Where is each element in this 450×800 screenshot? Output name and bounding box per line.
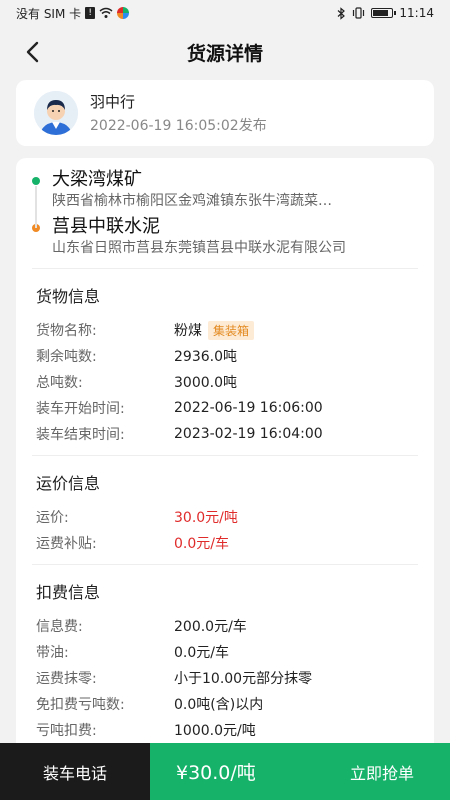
row-value: 2022-06-19 16:06:00 — [174, 400, 323, 416]
avatar — [34, 91, 78, 135]
bluetooth-icon — [338, 6, 346, 20]
grab-order-button[interactable]: ¥30.0/吨 立即抢单 — [150, 743, 450, 800]
row-value: 0.0元/车 — [174, 536, 229, 552]
row-label: 运价: — [36, 510, 69, 526]
user-avatar-icon — [34, 91, 78, 135]
route-section: 大梁湾煤矿 陕西省榆林市榆阳区金鸡滩镇东张牛湾蔬菜… 莒县中联水泥 山东省日照市… — [16, 158, 434, 258]
info-row: 运价: 30.0元/吨 — [36, 504, 414, 530]
app-status-icon — [117, 7, 130, 19]
row-value: 2023-02-19 16:04:00 — [174, 426, 323, 442]
sim-alert-icon: ! — [85, 7, 96, 19]
row-value: 小于10.00元部分抹零 — [174, 671, 313, 687]
chevron-left-icon — [26, 41, 39, 63]
row-label: 免扣费亏吨数: — [36, 697, 125, 713]
nav-bar: 货源详情 — [0, 26, 450, 78]
cargo-section: 货物信息 货物名称: 粉煤 集装箱 剩余吨数: 2936.0吨 总吨数: 3000.0吨… — [16, 269, 434, 447]
row-value: 30.0元/吨 — [174, 510, 238, 526]
bottom-action-bar: 装车电话 ¥30.0/吨 立即抢单 — [0, 743, 450, 800]
route-connector — [35, 186, 37, 228]
info-row: 免扣费亏吨数: 0.0吨(含)以内 — [36, 691, 414, 717]
row-label: 总吨数: — [36, 375, 83, 391]
destination: 莒县中联水泥 山东省日照市莒县东莞镇莒县中联水泥有限公司 — [32, 215, 418, 258]
row-label: 信息费: — [36, 619, 83, 635]
row-label: 装车结束时间: — [36, 427, 125, 443]
row-value: 0.0元/车 — [174, 645, 229, 661]
info-row: 总吨数: 3000.0吨 — [36, 369, 414, 395]
grab-order-label: 立即抢单 — [349, 763, 414, 783]
status-bar: 没有 SIM 卡 ! 11:14 — [0, 0, 450, 26]
info-row: 剩余吨数: 2936.0吨 — [36, 343, 414, 369]
row-value: 1000.0元/吨 — [174, 723, 256, 739]
info-row: 运费抹零: 小于10.00元部分抹零 — [36, 665, 414, 691]
destination-address: 山东省日照市莒县东莞镇莒县中联水泥有限公司 — [52, 240, 346, 256]
origin: 大梁湾煤矿 陕西省榆林市榆阳区金鸡滩镇东张牛湾蔬菜… — [32, 168, 418, 211]
carrier-text: 没有 SIM 卡 — [16, 6, 82, 21]
row-value: 0.0吨(含)以内 — [174, 697, 264, 713]
row-label: 货物名称: — [36, 323, 97, 339]
info-row: 运费补贴: 0.0元/车 — [36, 530, 414, 556]
info-row: 装车结束时间: 2023-02-19 16:04:00 — [36, 421, 414, 447]
vibrate-icon — [353, 7, 365, 19]
row-value: 粉煤 — [174, 323, 202, 339]
clock: 11:14 — [399, 6, 434, 20]
battery-icon — [371, 8, 397, 18]
page-title: 货源详情 — [186, 42, 263, 65]
info-row: 信息费: 200.0元/车 — [36, 613, 414, 639]
wifi-icon — [99, 7, 113, 18]
destination-name: 莒县中联水泥 — [52, 216, 160, 237]
cargo-title: 货物信息 — [36, 287, 101, 306]
origin-dot-icon — [32, 177, 40, 185]
info-row: 货物名称: 粉煤 集装箱 — [36, 317, 414, 343]
origin-name: 大梁湾煤矿 — [52, 169, 142, 190]
detail-card: 大梁湾煤矿 陕西省榆林市榆阳区金鸡滩镇东张牛湾蔬菜… 莒县中联水泥 山东省日照市… — [16, 158, 434, 798]
container-tag: 集装箱 — [208, 320, 255, 340]
publisher-name: 羽中行 — [90, 93, 136, 111]
row-value: 3000.0吨 — [174, 375, 237, 391]
row-label: 运费抹零: — [36, 671, 97, 687]
publisher-card: 羽中行 2022-06-19 16:05:02发布 — [16, 80, 434, 146]
row-value: 200.0元/车 — [174, 619, 247, 635]
deduction-section: 扣费信息 信息费: 200.0元/车 带油: 0.0元/车 运费抹零: 小于10.00… — [16, 565, 434, 743]
row-label: 装车开始时间: — [36, 401, 125, 417]
publish-time: 2022-06-19 16:05:02发布 — [90, 118, 267, 134]
origin-address: 陕西省榆林市榆阳区金鸡滩镇东张牛湾蔬菜… — [52, 193, 332, 209]
info-row: 带油: 0.0元/车 — [36, 639, 414, 665]
price-label: ¥30.0/吨 — [176, 762, 256, 784]
row-label: 剩余吨数: — [36, 349, 97, 365]
freight-section: 运价信息 运价: 30.0元/吨 运费补贴: 0.0元/车 — [16, 456, 434, 556]
deduction-title: 扣费信息 — [36, 583, 101, 602]
row-value: 2936.0吨 — [174, 349, 237, 365]
row-label: 带油: — [36, 645, 69, 661]
loading-phone-button[interactable]: 装车电话 — [0, 743, 150, 800]
back-button[interactable] — [18, 38, 46, 66]
row-label: 运费补贴: — [36, 536, 97, 552]
info-row: 亏吨扣费: 1000.0元/吨 — [36, 717, 414, 743]
info-row: 装车开始时间: 2022-06-19 16:06:00 — [36, 395, 414, 421]
freight-title: 运价信息 — [36, 474, 101, 493]
row-label: 亏吨扣费: — [36, 723, 97, 739]
